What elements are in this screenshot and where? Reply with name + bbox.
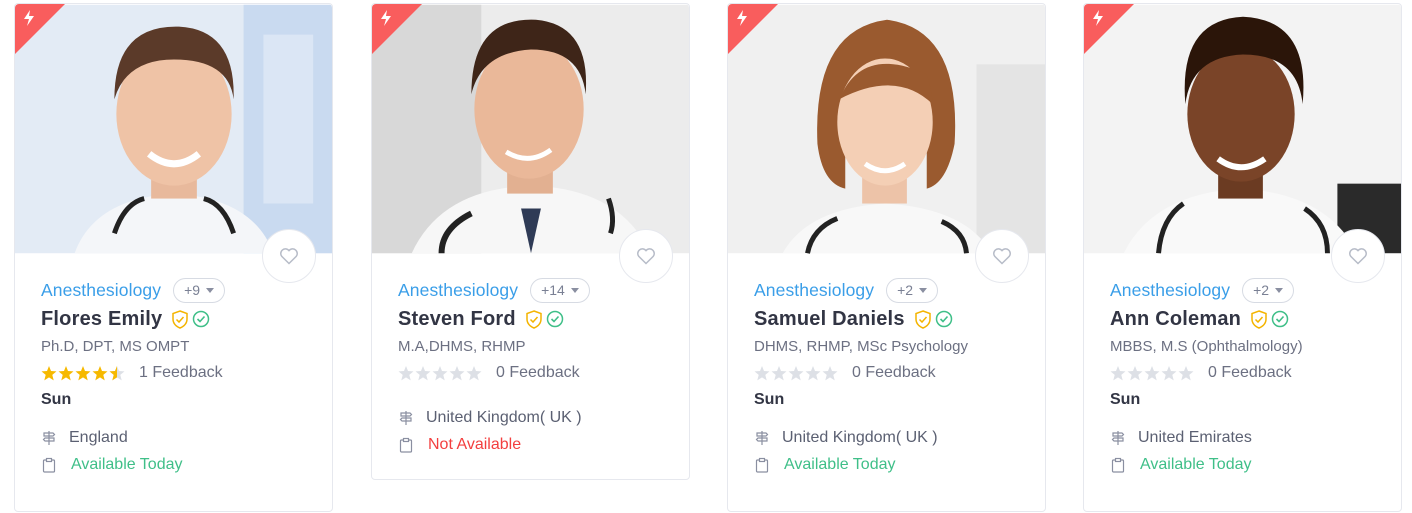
star-empty-icon [1178, 365, 1194, 380]
doctor-degree: DHMS, RHMP, MSc Psychology [754, 338, 968, 355]
heart-icon [637, 248, 655, 265]
signpost-icon [42, 430, 56, 445]
more-specialties-dropdown[interactable]: +9 [173, 277, 226, 303]
clipboard-icon [399, 437, 413, 453]
caret-down-icon [570, 287, 579, 293]
doctor-photo[interactable] [728, 4, 1045, 254]
specialty-link[interactable]: Anesthesiology [41, 280, 161, 301]
star-full-icon [92, 365, 108, 380]
more-count: +9 [184, 282, 201, 298]
availability-status: Not Available [428, 435, 522, 453]
doctor-card[interactable]: Anesthesiology +2 Ann Coleman MBBS, M.S … [1083, 3, 1402, 512]
feedback-count[interactable]: 0 Feedback [1208, 364, 1292, 382]
star-empty-icon [754, 365, 770, 380]
star-empty-icon [822, 365, 838, 380]
star-full-icon [75, 365, 91, 380]
shield-check-icon [172, 309, 189, 329]
more-count: +14 [541, 282, 565, 298]
star-full-icon [58, 365, 74, 380]
star-empty-icon [1161, 365, 1177, 380]
more-specialties-dropdown[interactable]: +2 [1242, 277, 1295, 303]
favorite-button[interactable] [262, 229, 316, 283]
available-day: Sun [41, 391, 72, 408]
availability-status: Available Today [71, 455, 183, 473]
specialty-link[interactable]: Anesthesiology [754, 280, 874, 301]
caret-down-icon [206, 287, 215, 293]
star-empty-icon [466, 365, 482, 380]
star-rating [398, 365, 482, 381]
star-rating [754, 365, 838, 381]
lightning-icon [1093, 10, 1103, 26]
more-specialties-dropdown[interactable]: +2 [886, 277, 939, 303]
favorite-button[interactable] [619, 229, 673, 283]
availability-status: Available Today [784, 455, 896, 473]
verified-check-icon [1271, 310, 1289, 328]
verified-check-icon [935, 310, 952, 328]
more-count: +2 [1253, 282, 1270, 298]
caret-down-icon [1275, 287, 1284, 293]
star-rating [1110, 365, 1194, 381]
star-empty-icon [398, 365, 414, 380]
doctor-photo[interactable] [372, 4, 689, 254]
lightning-icon [737, 10, 747, 26]
more-specialties-dropdown[interactable]: +14 [530, 277, 590, 303]
star-half-icon [109, 365, 125, 380]
star-empty-icon [432, 365, 448, 380]
doctor-degree: M.A,DHMS, RHMP [398, 338, 526, 355]
favorite-button[interactable] [1331, 229, 1385, 283]
star-empty-icon [1110, 365, 1126, 380]
star-empty-icon [449, 365, 465, 380]
star-rating [41, 365, 125, 381]
doctor-location: England [69, 428, 128, 446]
doctor-card[interactable]: Anesthesiology +14 Steven Ford M.A,DHMS,… [371, 3, 690, 480]
star-empty-icon [415, 365, 431, 380]
caret-down-icon [919, 287, 928, 293]
feedback-count[interactable]: 1 Feedback [139, 364, 223, 382]
feedback-count[interactable]: 0 Feedback [852, 364, 936, 382]
clipboard-icon [42, 457, 56, 473]
doctor-photo[interactable] [15, 4, 332, 254]
star-full-icon [41, 365, 57, 380]
star-empty-icon [805, 365, 821, 380]
doctor-name[interactable]: Flores Emily [41, 308, 162, 331]
signpost-icon [1111, 430, 1125, 445]
lightning-icon [24, 10, 34, 26]
doctor-name[interactable]: Ann Coleman [1110, 308, 1241, 331]
favorite-button[interactable] [975, 229, 1029, 283]
clipboard-icon [1111, 457, 1125, 473]
signpost-icon [399, 410, 413, 425]
clipboard-icon [755, 457, 769, 473]
shield-check-icon [526, 309, 542, 329]
star-empty-icon [1127, 365, 1143, 380]
more-count: +2 [897, 282, 914, 298]
availability-status: Available Today [1140, 455, 1252, 473]
heart-icon [280, 248, 298, 265]
specialty-link[interactable]: Anesthesiology [398, 280, 518, 301]
verified-check-icon [193, 310, 210, 328]
doctor-card[interactable]: Anesthesiology +2 Samuel Daniels DHMS, R… [727, 3, 1046, 512]
heart-icon [1349, 248, 1367, 265]
verified-check-icon [546, 310, 564, 328]
doctor-name[interactable]: Samuel Daniels [754, 308, 905, 331]
star-empty-icon [788, 365, 804, 380]
star-empty-icon [1144, 365, 1160, 380]
doctor-location: United Kingdom( UK ) [782, 428, 938, 446]
available-day: Sun [1110, 391, 1141, 408]
heart-icon [993, 248, 1011, 265]
doctor-photo[interactable] [1084, 4, 1401, 254]
feedback-count[interactable]: 0 Feedback [496, 364, 580, 382]
star-empty-icon [771, 365, 787, 380]
doctor-name[interactable]: Steven Ford [398, 308, 516, 331]
shield-check-icon [1251, 309, 1267, 329]
doctor-location: United Kingdom( UK ) [426, 408, 582, 426]
signpost-icon [755, 430, 769, 445]
doctor-location: United Emirates [1138, 428, 1252, 446]
available-day: Sun [754, 391, 785, 408]
lightning-icon [381, 10, 391, 26]
specialty-link[interactable]: Anesthesiology [1110, 280, 1230, 301]
shield-check-icon [914, 309, 931, 329]
doctor-degree: MBBS, M.S (Ophthalmology) [1110, 338, 1303, 355]
doctor-degree: Ph.D, DPT, MS OMPT [41, 338, 190, 355]
doctor-card[interactable]: Anesthesiology +9 Flores Emily Ph.D, DPT… [14, 3, 333, 512]
